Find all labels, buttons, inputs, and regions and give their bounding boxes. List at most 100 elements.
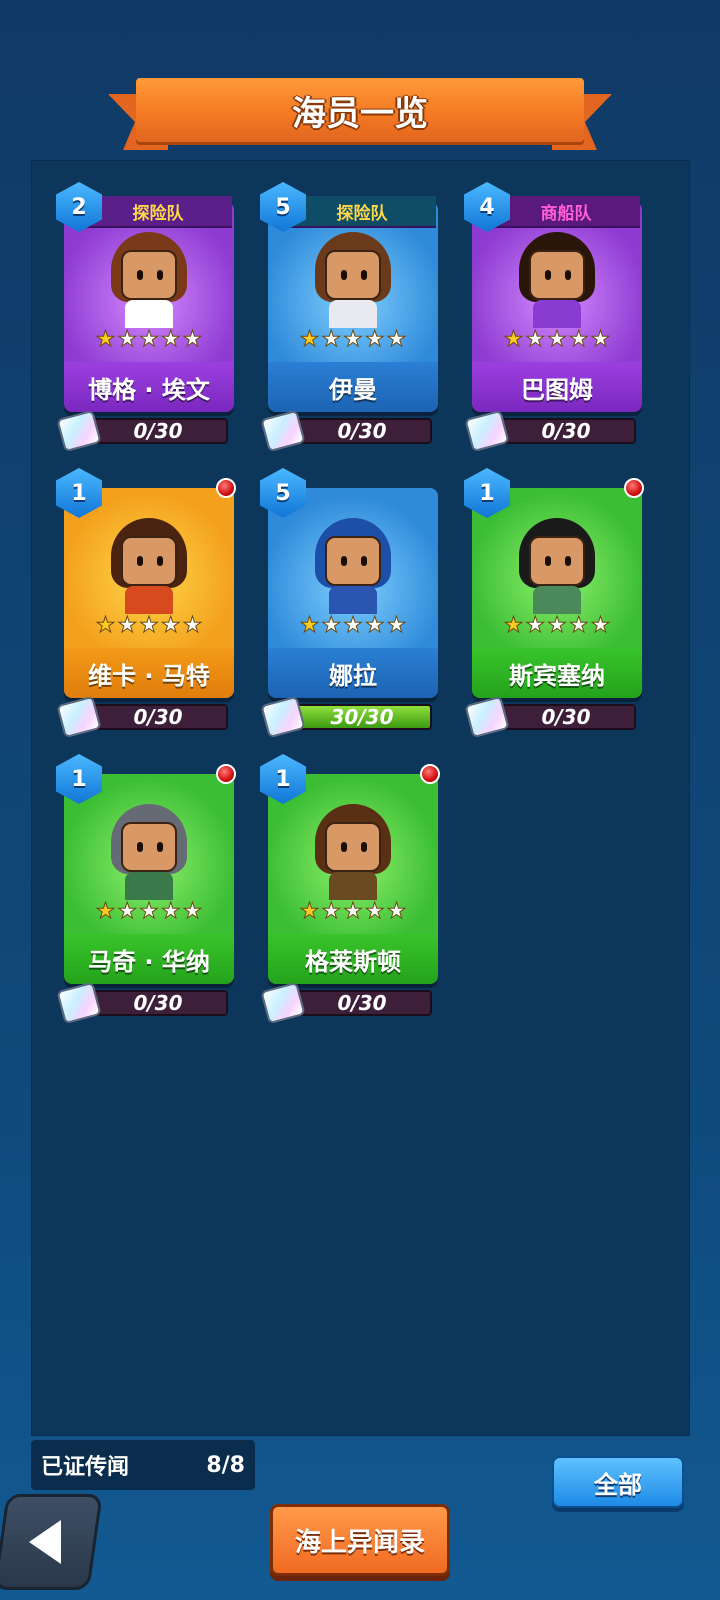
star-icon: ★ — [299, 613, 320, 638]
star-icon: ★ — [117, 613, 138, 638]
star-icon: ★ — [568, 613, 589, 638]
puzzle-piece-icon — [56, 981, 102, 1025]
shard-progress: 30/30 — [260, 695, 436, 739]
puzzle-piece-icon — [56, 409, 102, 453]
shard-count: 0/30 — [88, 418, 228, 444]
star-icon: ★ — [95, 613, 116, 638]
star-icon: ★ — [117, 327, 138, 352]
shard-progress: 0/30 — [56, 981, 232, 1025]
red-dot-icon — [216, 764, 236, 784]
crew-card-frame: ★ ★ ★ ★ ★ 格莱斯顿 — [268, 774, 438, 984]
shard-count: 0/30 — [496, 418, 636, 444]
crew-card-frame: ★ ★ ★ ★ ★ 马奇 · 华纳 — [64, 774, 234, 984]
crew-card[interactable]: ★ ★ ★ ★ ★ 娜拉 5 30/30 — [260, 468, 438, 739]
star-icon: ★ — [525, 327, 546, 352]
crew-portrait: ★ ★ ★ ★ ★ — [472, 488, 642, 652]
star-icon: ★ — [364, 613, 385, 638]
red-dot-icon — [420, 764, 440, 784]
sea-legends-log-button[interactable]: 海上异闻录 — [270, 1504, 450, 1576]
star-rating: ★ ★ ★ ★ ★ — [472, 327, 642, 352]
star-rating: ★ ★ ★ ★ ★ — [472, 613, 642, 638]
crew-portrait: ★ ★ ★ ★ ★ — [64, 774, 234, 938]
red-dot-icon — [216, 478, 236, 498]
crew-name: 斯宾塞纳 — [472, 648, 642, 698]
crew-card[interactable]: ★ ★ ★ ★ ★ 马奇 · 华纳 1 0/30 — [56, 754, 236, 1025]
star-rating: ★ ★ ★ ★ ★ — [64, 327, 234, 352]
star-icon: ★ — [343, 899, 364, 924]
star-icon: ★ — [160, 613, 181, 638]
star-icon: ★ — [321, 613, 342, 638]
back-arrow-icon — [29, 1520, 61, 1564]
crew-card-frame: ★ ★ ★ ★ ★ 伊曼 — [268, 202, 438, 412]
star-icon: ★ — [547, 327, 568, 352]
title-ribbon: 海员一览 — [108, 78, 612, 150]
star-icon: ★ — [386, 899, 407, 924]
crew-card-frame: ★ ★ ★ ★ ★ 斯宾塞纳 — [472, 488, 642, 698]
star-icon: ★ — [95, 327, 116, 352]
star-icon: ★ — [364, 327, 385, 352]
crew-team-label: 商船队 — [492, 196, 640, 228]
star-icon: ★ — [139, 327, 160, 352]
crew-name: 伊曼 — [268, 362, 438, 412]
shard-progress: 0/30 — [260, 981, 436, 1025]
puzzle-piece-icon — [464, 695, 510, 739]
shard-progress: 0/30 — [464, 695, 640, 739]
star-icon: ★ — [568, 327, 589, 352]
shard-count: 30/30 — [292, 704, 432, 730]
crew-name: 马奇 · 华纳 — [64, 934, 234, 984]
rumor-count: 8/8 — [206, 1452, 245, 1478]
star-rating: ★ ★ ★ ★ ★ — [268, 327, 438, 352]
star-icon: ★ — [503, 613, 524, 638]
crew-portrait: ★ ★ ★ ★ ★ — [64, 488, 234, 652]
crew-card[interactable]: ★ ★ ★ ★ ★ 斯宾塞纳 1 0/30 — [464, 468, 644, 739]
star-icon: ★ — [503, 327, 524, 352]
crew-avatar — [305, 800, 401, 900]
crew-card[interactable]: ★ ★ ★ ★ ★ 伊曼 探险队 5 0/30 — [260, 182, 438, 453]
star-icon: ★ — [590, 327, 611, 352]
star-icon: ★ — [182, 899, 203, 924]
crew-card-frame: ★ ★ ★ ★ ★ 维卡 · 马特 — [64, 488, 234, 698]
puzzle-piece-icon — [260, 409, 306, 453]
crew-card[interactable]: ★ ★ ★ ★ ★ 巴图姆 商船队 4 0/30 — [464, 182, 642, 453]
star-icon: ★ — [299, 327, 320, 352]
crew-avatar — [509, 228, 605, 328]
star-icon: ★ — [139, 899, 160, 924]
shard-progress: 0/30 — [260, 409, 436, 453]
back-button[interactable] — [0, 1494, 103, 1590]
puzzle-piece-icon — [56, 695, 102, 739]
star-icon: ★ — [321, 327, 342, 352]
verified-rumors-counter: 已证传闻 8/8 — [31, 1440, 255, 1490]
crew-name: 维卡 · 马特 — [64, 648, 234, 698]
star-rating: ★ ★ ★ ★ ★ — [268, 899, 438, 924]
star-icon: ★ — [160, 899, 181, 924]
star-icon: ★ — [547, 613, 568, 638]
star-icon: ★ — [95, 899, 116, 924]
shard-progress: 0/30 — [464, 409, 640, 453]
red-dot-icon — [624, 478, 644, 498]
shard-count: 0/30 — [292, 990, 432, 1016]
star-icon: ★ — [139, 613, 160, 638]
crew-card-frame: ★ ★ ★ ★ ★ 博格 · 埃文 — [64, 202, 234, 412]
shard-count: 0/30 — [88, 990, 228, 1016]
shard-count: 0/30 — [496, 704, 636, 730]
shard-count: 0/30 — [292, 418, 432, 444]
star-icon: ★ — [299, 899, 320, 924]
crew-team-label: 探险队 — [288, 196, 436, 228]
crew-portrait: ★ ★ ★ ★ ★ — [268, 488, 438, 652]
star-icon: ★ — [160, 327, 181, 352]
star-icon: ★ — [343, 613, 364, 638]
star-icon: ★ — [182, 327, 203, 352]
rumor-label: 已证传闻 — [41, 1455, 130, 1480]
crew-card[interactable]: ★ ★ ★ ★ ★ 博格 · 埃文 探险队 2 0/30 — [56, 182, 234, 453]
ribbon-body: 海员一览 — [136, 78, 584, 142]
crew-avatar — [101, 228, 197, 328]
crew-avatar — [509, 514, 605, 614]
crew-card[interactable]: ★ ★ ★ ★ ★ 格莱斯顿 1 0/30 — [260, 754, 440, 1025]
crew-card[interactable]: ★ ★ ★ ★ ★ 维卡 · 马特 1 0/30 — [56, 468, 236, 739]
star-rating: ★ ★ ★ ★ ★ — [268, 613, 438, 638]
filter-all-button[interactable]: 全部 — [552, 1456, 684, 1508]
crew-card-frame: ★ ★ ★ ★ ★ 娜拉 — [268, 488, 438, 698]
star-icon: ★ — [386, 613, 407, 638]
star-rating: ★ ★ ★ ★ ★ — [64, 613, 234, 638]
shard-count: 0/30 — [88, 704, 228, 730]
